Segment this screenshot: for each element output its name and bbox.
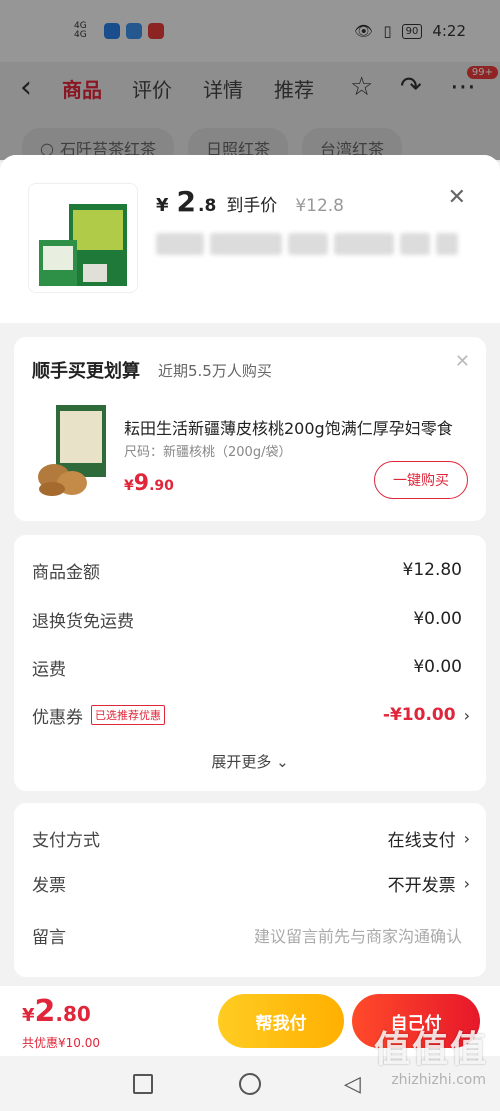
addon-subtitle: 近期5.5万人购买 xyxy=(158,362,272,380)
addon-title: 顺手买更划算 xyxy=(32,361,140,382)
one-click-buy-button[interactable]: 一键购买 xyxy=(374,461,468,499)
invoice-value: 不开发票 xyxy=(387,875,456,896)
addon-price: ¥ 9 .90 xyxy=(124,471,174,496)
payment-value: 在线支付 xyxy=(387,830,456,851)
divider xyxy=(14,317,486,323)
cost-value: ¥0.00 xyxy=(413,657,462,677)
addon-price-integer: 9 xyxy=(133,471,150,496)
message-label: 留言 xyxy=(32,927,66,948)
invoice-label: 发票 xyxy=(32,875,66,896)
total-decimal: .80 xyxy=(55,1002,91,1026)
order-options-card: 支付方式 在线支付 › 发票 不开发票 › 留言 建议留言前先与商家沟通确认 xyxy=(14,803,486,977)
expand-more-button[interactable]: 展开更多 ⌄ xyxy=(14,751,486,772)
expand-more-label: 展开更多 xyxy=(211,753,272,771)
addon-price-decimal: .90 xyxy=(149,478,174,494)
invoice-right: 不开发票 › xyxy=(388,871,470,896)
original-price: ¥12.8 xyxy=(295,196,344,216)
addon-product-name[interactable]: 耘田生活新疆薄皮核桃200g饱满仁厚孕妇零食 xyxy=(124,415,464,439)
chevron-right-icon: › xyxy=(463,828,470,848)
chevron-right-icon: › xyxy=(463,705,470,725)
price-yen: ¥ xyxy=(156,195,169,216)
watermark-logo: 值值值 xyxy=(373,1029,488,1070)
recent-apps-icon[interactable] xyxy=(133,1074,153,1094)
dim-overlay[interactable] xyxy=(0,0,500,160)
addon-price-yen: ¥ xyxy=(124,478,134,494)
message-row[interactable]: 留言 建议留言前先与商家沟通确认 xyxy=(32,920,462,950)
message-input[interactable]: 建议留言前先与商家沟通确认 xyxy=(254,923,462,947)
coupon-tag: 已选推荐优惠 xyxy=(91,705,165,725)
help-pay-button[interactable]: 帮我付 xyxy=(218,994,344,1048)
back-icon[interactable]: ◁ xyxy=(344,1072,361,1097)
price-decimal: .8 xyxy=(198,196,217,216)
price-label: 到手价 xyxy=(226,196,278,216)
coupon-value: -¥10.00 xyxy=(382,705,456,725)
cost-label: 退换货免运费 xyxy=(32,611,134,632)
addon-card: 顺手买更划算 近期5.5万人购买 ✕ 耘田生活新疆薄皮核桃200g饱满仁厚孕妇零… xyxy=(14,337,486,521)
total-discount: 共优惠¥10.00 xyxy=(22,1036,100,1050)
cost-row-shipping: 运费 ¥0.00 xyxy=(32,652,462,682)
coupon-right: -¥10.00 › xyxy=(383,705,470,725)
payment-right: 在线支付 › xyxy=(388,826,470,851)
sheet-header: ¥ 2 .8 到手价 ¥12.8 ✕ xyxy=(0,155,500,323)
cost-label: 商品金额 xyxy=(32,562,100,583)
total-integer: 2 xyxy=(34,994,56,1029)
product-thumbnail xyxy=(28,183,138,293)
home-icon[interactable] xyxy=(239,1073,261,1095)
payment-label: 支付方式 xyxy=(32,830,100,851)
blurred-product-title xyxy=(156,233,466,255)
coupon-left: 优惠券 已选推荐优惠 xyxy=(32,703,165,728)
cost-label: 运费 xyxy=(32,659,66,680)
cost-value: ¥0.00 xyxy=(413,609,462,629)
walnut-thumbnail xyxy=(36,403,114,497)
coupon-label: 优惠券 xyxy=(32,707,83,728)
cost-row-return-shipping: 退换货免运费 ¥0.00 xyxy=(32,604,462,634)
watermark-url: zhizhizhi.com xyxy=(391,1072,486,1088)
chevron-right-icon: › xyxy=(463,873,470,893)
dismiss-icon[interactable]: ✕ xyxy=(455,351,470,372)
invoice-row[interactable]: 发票 不开发票 › xyxy=(32,868,470,898)
payment-method-row[interactable]: 支付方式 在线支付 › xyxy=(32,823,470,853)
coupon-row[interactable]: 优惠券 已选推荐优惠 -¥10.00 › xyxy=(32,700,470,730)
price-integer: 2 xyxy=(176,185,197,218)
total-price: ¥ 2 .80 xyxy=(22,994,91,1029)
addon-spec: 尺码：新疆核桃（200g/袋） xyxy=(124,445,292,460)
cost-summary-card: 商品金额 ¥12.80 退换货免运费 ¥0.00 运费 ¥0.00 优惠券 已选… xyxy=(14,535,486,791)
chevron-down-icon: ⌄ xyxy=(276,753,289,771)
total-yen: ¥ xyxy=(22,1005,35,1026)
cost-row-goods: 商品金额 ¥12.80 xyxy=(32,555,462,585)
close-icon[interactable]: ✕ xyxy=(448,185,466,210)
checkout-sheet: ¥ 2 .8 到手价 ¥12.8 ✕ 顺手买更划算 近期5.5万人购买 ✕ 耘田… xyxy=(0,155,500,1111)
cost-value: ¥12.80 xyxy=(402,560,462,580)
price-line: ¥ 2 .8 到手价 ¥12.8 xyxy=(156,185,344,218)
